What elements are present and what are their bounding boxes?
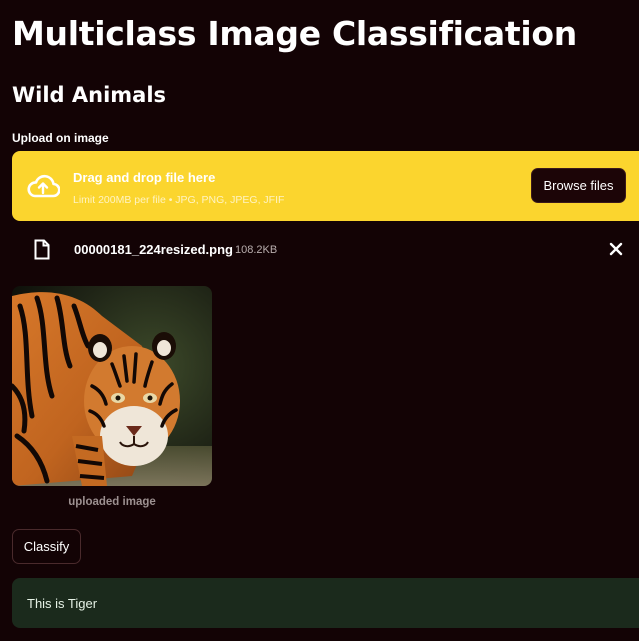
- app-page: Multiclass Image Classification Wild Ani…: [0, 0, 639, 641]
- file-dropzone[interactable]: Drag and drop file here Limit 200MB per …: [12, 151, 639, 221]
- file-size: 108.2KB: [235, 244, 278, 256]
- result-text: This is Tiger: [27, 596, 98, 611]
- uploaded-file-row: 00000181_224resized.png 108.2KB: [12, 233, 639, 267]
- image-caption: uploaded image: [68, 496, 156, 508]
- tiger-image: [12, 286, 212, 486]
- upload-label: Upload on image: [12, 131, 109, 145]
- dropzone-instructions: Drag and drop file here: [73, 170, 216, 185]
- uploaded-image: [12, 286, 212, 486]
- cloud-upload-icon: [27, 174, 60, 198]
- page-title: Multiclass Image Classification: [12, 14, 577, 53]
- page-subtitle: Wild Animals: [12, 83, 167, 107]
- classify-button[interactable]: Classify: [12, 529, 81, 564]
- file-name: 00000181_224resized.png: [74, 242, 233, 257]
- result-alert: This is Tiger: [12, 578, 639, 628]
- browse-files-button[interactable]: Browse files: [531, 168, 626, 203]
- dropzone-limit: Limit 200MB per file • JPG, PNG, JPEG, J…: [73, 194, 285, 206]
- close-icon[interactable]: [609, 242, 623, 256]
- file-icon: [34, 239, 50, 260]
